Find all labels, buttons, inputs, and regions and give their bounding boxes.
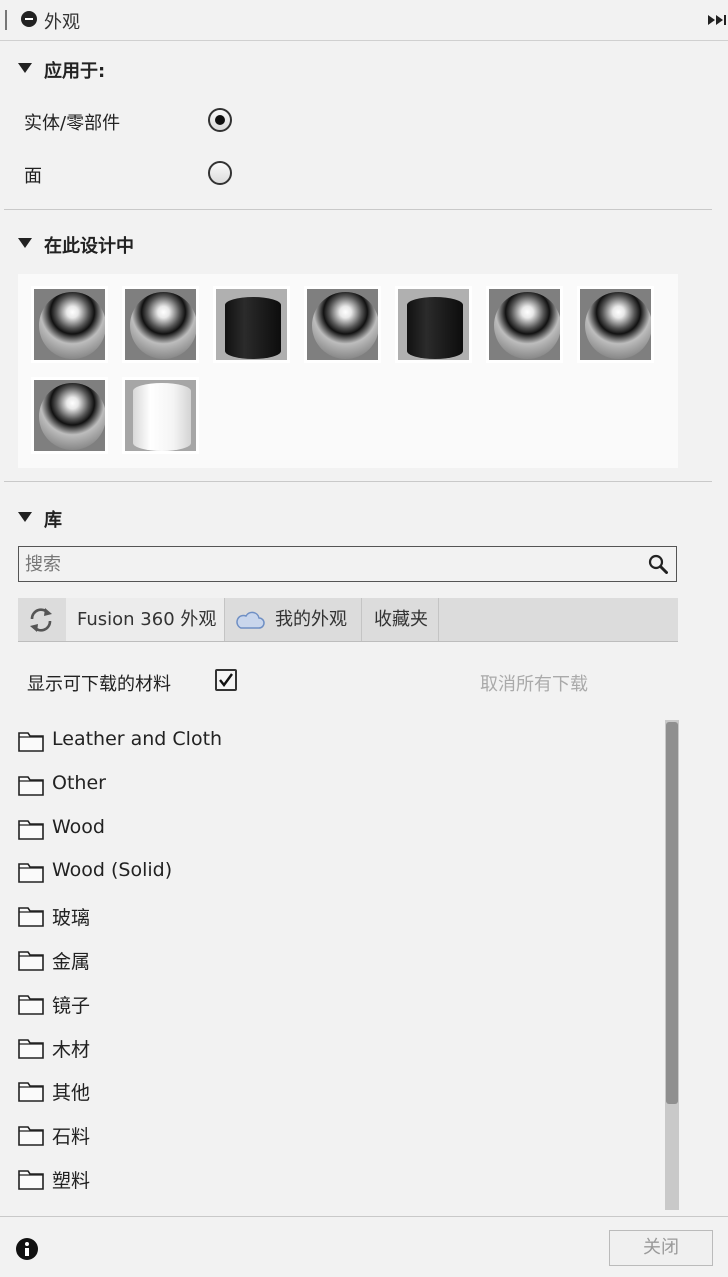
show-downloadable-label: 显示可下载的材料: [27, 674, 171, 695]
folder-label: Wood (Solid): [52, 859, 173, 881]
folder-label: Wood: [52, 816, 105, 838]
tab-my-appearances-label: 我的外观: [275, 609, 347, 630]
tab-my-appearances[interactable]: 我的外观: [225, 598, 361, 641]
apply-face-radio[interactable]: [208, 161, 232, 185]
folder-icon: [18, 863, 44, 883]
folder-item[interactable]: 塑料: [18, 1165, 638, 1195]
folder-icon: [18, 1039, 44, 1059]
folder-label: Leather and Cloth: [52, 728, 223, 750]
library-search-box: [18, 546, 677, 582]
folder-label: 石料: [52, 1126, 91, 1148]
material-swatch-black[interactable]: [395, 286, 472, 363]
folder-icon: [18, 1082, 44, 1102]
folder-item[interactable]: Wood (Solid): [18, 858, 638, 888]
apply-body-radio[interactable]: [208, 108, 232, 132]
material-swatch-black[interactable]: [213, 286, 290, 363]
folder-icon: [18, 995, 44, 1015]
folder-item[interactable]: 木材: [18, 1034, 638, 1064]
drag-grip-icon[interactable]: [5, 10, 7, 30]
folder-label: 其他: [52, 1082, 91, 1104]
footer-divider: [0, 1216, 728, 1217]
close-button[interactable]: 关闭: [609, 1230, 713, 1266]
tab-favorites-label: 收藏夹: [374, 609, 428, 630]
cancel-all-downloads-link[interactable]: 取消所有下载: [480, 670, 588, 696]
material-swatch-white[interactable]: [122, 377, 199, 454]
section-collapse-icon[interactable]: [18, 238, 32, 248]
show-downloadable-checkbox[interactable]: [215, 669, 237, 691]
collapse-panel-icon[interactable]: [21, 11, 37, 27]
section-collapse-icon[interactable]: [18, 512, 32, 522]
tab-favorites[interactable]: 收藏夹: [362, 598, 438, 641]
folder-item[interactable]: Leather and Cloth: [18, 727, 638, 757]
folder-label: Other: [52, 772, 106, 794]
folder-item[interactable]: Wood: [18, 815, 638, 845]
section-divider: [4, 481, 712, 482]
in-design-title: 在此设计中: [44, 236, 134, 257]
section-divider: [4, 209, 712, 210]
tab-fusion-refresh[interactable]: [18, 598, 66, 641]
apply-face-label: 面: [24, 166, 42, 187]
tab-fusion-360[interactable]: Fusion 360 外观: [66, 598, 224, 641]
panel-title: 外观: [44, 12, 80, 33]
folder-item[interactable]: 石料: [18, 1121, 638, 1151]
folder-icon: [18, 951, 44, 971]
info-icon[interactable]: [16, 1238, 38, 1260]
section-collapse-icon[interactable]: [18, 63, 32, 73]
apply-body-label: 实体/零部件: [24, 113, 121, 134]
material-swatch-metal[interactable]: [31, 377, 108, 454]
folder-label: 金属: [52, 951, 91, 973]
refresh-icon[interactable]: [26, 606, 56, 634]
tab-separator: [438, 598, 439, 641]
material-swatch-metal[interactable]: [486, 286, 563, 363]
panel-title-bar: [0, 0, 728, 41]
material-swatch-metal[interactable]: [577, 286, 654, 363]
folder-icon: [18, 820, 44, 840]
folder-item[interactable]: 镜子: [18, 990, 638, 1020]
folder-icon: [18, 776, 44, 796]
scrollbar-thumb[interactable]: [666, 722, 678, 1104]
folder-icon: [18, 732, 44, 752]
folder-label: 木材: [52, 1039, 91, 1061]
folder-label: 玻璃: [52, 907, 91, 929]
material-swatch-metal[interactable]: [31, 286, 108, 363]
folder-item[interactable]: 玻璃: [18, 902, 638, 932]
library-title: 库: [44, 510, 62, 531]
expand-panel-icon[interactable]: [708, 13, 728, 27]
material-swatch-metal[interactable]: [304, 286, 381, 363]
folder-item[interactable]: 金属: [18, 946, 638, 976]
material-swatch-metal[interactable]: [122, 286, 199, 363]
tab-fusion-360-label: Fusion 360 外观: [77, 609, 217, 630]
search-icon[interactable]: [648, 554, 668, 574]
apply-to-title: 应用于:: [44, 61, 106, 82]
checkmark-icon: [219, 673, 233, 687]
folder-label: 镜子: [52, 995, 91, 1017]
search-input[interactable]: [25, 552, 625, 576]
folder-icon: [18, 907, 44, 927]
folder-icon: [18, 1126, 44, 1146]
folder-item[interactable]: Other: [18, 771, 638, 801]
folder-icon: [18, 1170, 44, 1190]
cloud-icon: [236, 611, 265, 629]
folder-label: 塑料: [52, 1170, 91, 1192]
folder-item[interactable]: 其他: [18, 1077, 638, 1107]
library-tab-bar: Fusion 360 外观 我的外观 收藏夹: [18, 598, 678, 642]
